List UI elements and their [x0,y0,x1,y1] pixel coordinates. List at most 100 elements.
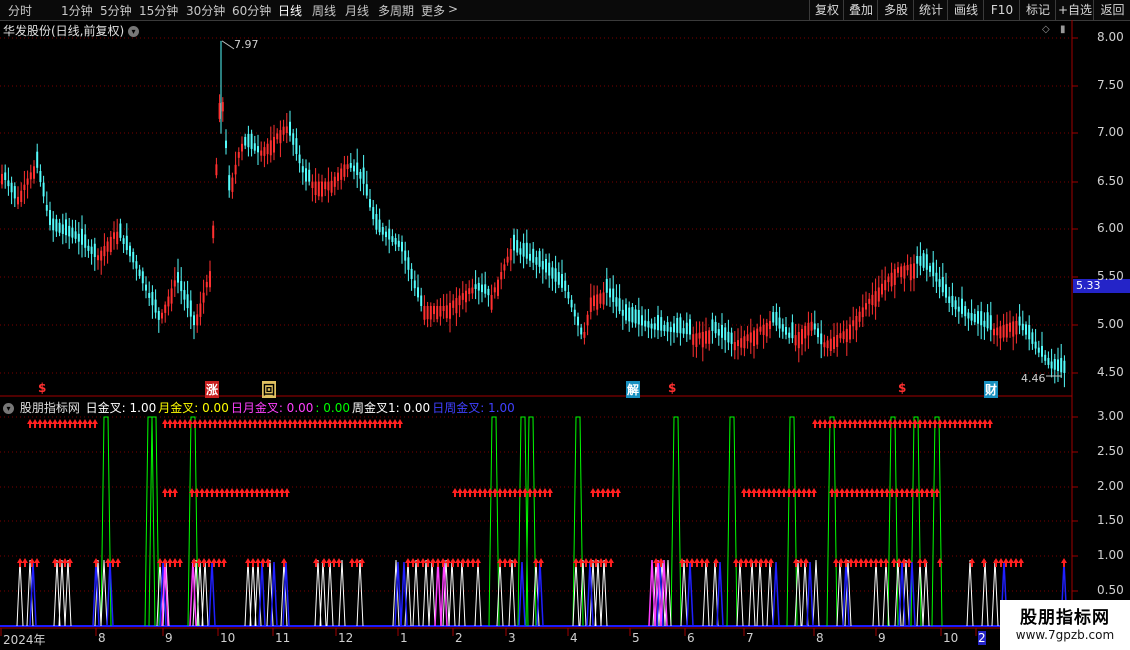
red-arrow [202,419,208,428]
candle-body [769,320,771,330]
candle-body [273,136,275,153]
red-arrow [167,488,173,497]
red-arrow [17,558,23,567]
red-arrow [47,419,53,428]
white-signal-line [922,559,930,627]
candle-body [119,223,122,238]
candle-body [717,329,720,336]
candle-body [865,303,867,310]
candle-body [330,180,333,193]
white-signal-line [422,559,430,627]
candle-body [548,262,551,276]
red-arrow [937,419,943,428]
candle-body [180,281,183,292]
candle-body [599,293,602,304]
red-arrow [115,558,121,567]
candle-body [298,154,301,164]
candle-body [260,150,263,156]
candle-body [970,313,973,321]
candle-body [897,267,899,273]
candle-body [333,176,336,187]
red-arrow [387,419,393,428]
candle-body [29,172,32,180]
blue-signal-line [518,561,526,627]
red-arrow [487,488,493,497]
candle-body [740,338,743,348]
candle-body [84,234,87,248]
red-arrow [279,488,285,497]
green-signal-line [488,416,500,627]
candle-body [503,264,506,271]
candle-body [100,250,103,261]
red-arrow [255,558,261,567]
candle-body [919,256,922,266]
red-arrow [457,488,463,497]
time-tick-label: 12 [338,631,354,645]
red-arrow [864,488,870,497]
red-arrow [838,558,844,567]
red-arrow [869,488,875,497]
candle-body [804,325,807,339]
red-arrow [595,488,601,497]
candle-body [394,237,397,245]
candle-body [948,296,951,303]
time-tick-label: 9 [878,631,886,645]
candle-body [125,235,128,251]
red-arrow [274,488,280,497]
time-tick-label: 1 [400,631,408,645]
white-signal-line [981,559,989,627]
candle-body [961,298,963,314]
red-arrow [512,558,518,567]
legend-item-3: : 0.00 [315,401,350,415]
red-arrow [467,488,473,497]
candle-body [1044,354,1047,361]
candle-body [989,315,992,330]
kline-chart[interactable] [0,0,1130,650]
candle-body [285,126,288,134]
candle-body [13,186,16,199]
candle-body [362,167,365,184]
red-arrow [317,419,323,428]
candle-body [81,228,83,245]
candle-body [26,178,29,185]
candle-body [439,306,442,317]
candle-body [141,271,144,284]
red-arrow [92,419,98,428]
candle-body [836,334,839,347]
candle-body [135,261,138,269]
red-arrow [776,488,782,497]
red-arrow [924,488,930,497]
candle-body [359,171,362,179]
indicator-tick-label: 3.00 [1097,409,1124,423]
candle-body [337,172,339,181]
candle-body [410,268,413,280]
red-arrow [52,419,58,428]
red-arrow [277,419,283,428]
candle-body [426,306,429,320]
red-arrow [917,558,923,567]
white-signal-line [766,559,774,627]
candle-body [468,288,471,295]
candle-body [132,251,135,263]
candle-body [497,279,499,296]
candle-body [209,271,211,288]
candle-body [477,282,480,291]
red-arrow [435,558,441,567]
indicator-tick-label: 2.00 [1097,479,1124,493]
candle-body [65,219,67,236]
blue-signal-line [106,561,114,627]
chevron-down-icon[interactable]: ▾ [3,403,14,414]
candle-body [218,103,221,119]
red-arrow [811,488,817,497]
red-arrow [977,419,983,428]
candle-body [724,327,727,341]
blue-signal-line [270,561,278,627]
candle-body [349,163,352,168]
red-arrow [957,419,963,428]
red-arrow [307,419,313,428]
candle-body [634,309,637,324]
candle-body [353,165,355,172]
white-signal-line [58,559,66,627]
candle-body [909,264,912,281]
candle-body [810,321,813,331]
